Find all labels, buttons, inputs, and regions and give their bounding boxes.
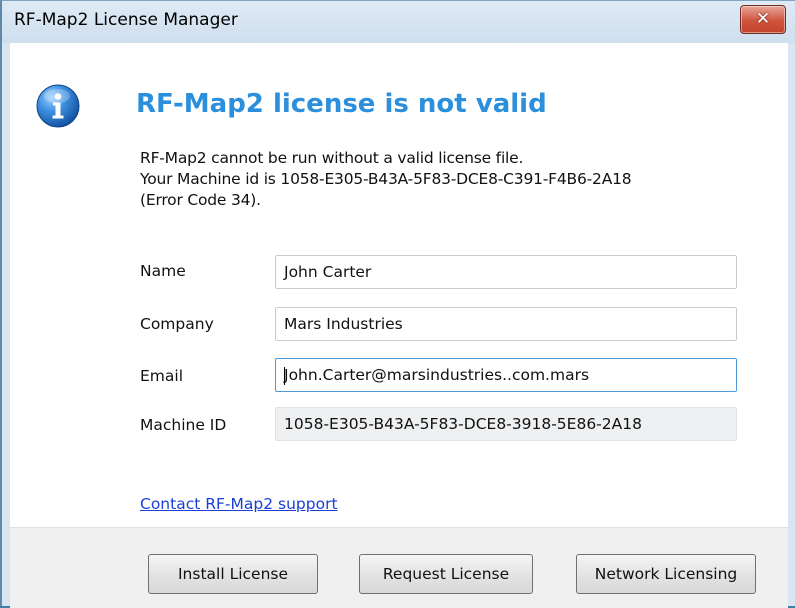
close-icon: ✕ (755, 9, 771, 29)
name-field[interactable]: John Carter (275, 255, 737, 289)
message-line-3: (Error Code 34). (140, 191, 261, 209)
machine-id-label: Machine ID (140, 416, 227, 434)
email-field[interactable]: John.Carter@marsindustries..com.mars (275, 358, 737, 392)
dialog-body: RF-Map2 license is not valid RF-Map2 can… (10, 43, 788, 608)
window-title: RF-Map2 License Manager (14, 10, 238, 30)
company-field[interactable]: Mars Industries (275, 307, 737, 341)
email-label: Email (140, 367, 184, 385)
email-value: John.Carter@marsindustries..com.mars (284, 366, 590, 384)
info-icon (36, 84, 80, 128)
message-line-2: Your Machine id is 1058-E305-B43A-5F83-D… (140, 170, 632, 188)
request-license-button[interactable]: Request License (359, 554, 533, 594)
company-label: Company (140, 315, 214, 333)
error-heading: RF-Map2 license is not valid (136, 89, 547, 119)
name-label: Name (140, 262, 186, 280)
title-bar[interactable]: RF-Map2 License Manager ✕ (2, 1, 795, 43)
network-licensing-button[interactable]: Network Licensing (576, 554, 756, 594)
machine-id-field: 1058-E305-B43A-5F83-DCE8-3918-5E86-2A18 (275, 407, 737, 441)
message-line-1: RF-Map2 cannot be run without a valid li… (140, 149, 524, 167)
license-manager-window: RF-Map2 License Manager ✕ RF-Map2 licens… (0, 0, 795, 608)
install-license-button[interactable]: Install License (148, 554, 318, 594)
contact-support-link[interactable]: Contact RF-Map2 support (140, 495, 338, 513)
close-button[interactable]: ✕ (740, 5, 786, 34)
